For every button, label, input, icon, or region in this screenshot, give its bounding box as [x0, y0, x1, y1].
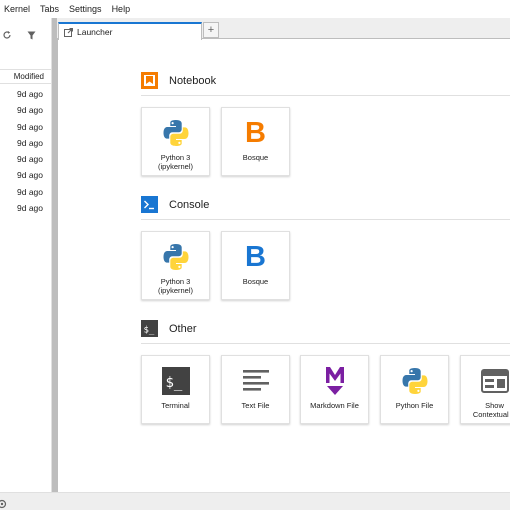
python-icon [381, 365, 448, 397]
launcher-card-console-bosque[interactable]: B Bosque [221, 231, 290, 300]
file-row-modified[interactable]: 9d ago [0, 119, 52, 135]
refresh-icon[interactable] [0, 28, 14, 42]
file-row-modified[interactable]: 9d ago [0, 135, 52, 151]
tab-launcher[interactable]: Launcher [58, 22, 202, 40]
svg-text:$_: $_ [165, 375, 182, 391]
card-label: Bosque [242, 277, 269, 286]
file-row-modified[interactable]: 9d ago [0, 184, 52, 200]
text-file-icon [222, 365, 289, 397]
menu-bar: Kernel Tabs Settings Help [0, 0, 510, 18]
launcher-card-console-python3[interactable]: Python 3 (ipykernel) [141, 231, 210, 300]
section-divider [141, 343, 510, 344]
file-row-modified[interactable]: 9d ago [0, 86, 52, 102]
section-other: $_ Other [141, 320, 197, 337]
console-icon [141, 196, 158, 213]
filter-icon[interactable] [24, 28, 38, 42]
launcher-card-python-file[interactable]: Python File [380, 355, 449, 424]
section-notebook-title: Notebook [169, 74, 217, 87]
card-label: Python 3 (ipykernel) [157, 277, 193, 295]
terminal-icon: $_ [142, 365, 209, 397]
add-tab-button[interactable]: + [203, 22, 219, 38]
menu-settings[interactable]: Settings [64, 4, 107, 14]
card-label: Show Contextual H [472, 401, 509, 419]
launcher-card-notebook-bosque[interactable]: B Bosque [221, 107, 290, 176]
launcher-icon [64, 27, 73, 37]
card-label: Bosque [242, 153, 269, 162]
launcher-card-text-file[interactable]: Text File [221, 355, 290, 424]
section-console-title: Console [169, 198, 210, 211]
section-divider [141, 219, 510, 220]
tab-bar: Launcher + [57, 18, 510, 40]
file-browser-panel: Modified 9d ago 9d ago 9d ago 9d ago 9d … [0, 18, 52, 492]
bosque-icon: B [245, 117, 266, 149]
notebook-icon [141, 72, 158, 89]
file-list: 9d ago 9d ago 9d ago 9d ago 9d ago 9d ag… [0, 86, 52, 216]
terminal-section-icon: $_ [141, 320, 158, 337]
card-label: Terminal [161, 401, 190, 410]
tab-label: Launcher [77, 27, 113, 37]
status-bar [0, 492, 510, 510]
kernel-status-icon[interactable] [0, 496, 7, 509]
section-console: Console [141, 196, 209, 213]
python-icon [142, 241, 209, 273]
section-notebook: Notebook [141, 72, 216, 89]
file-row-modified[interactable]: 9d ago [0, 200, 52, 216]
markdown-icon [301, 365, 368, 397]
menu-tabs[interactable]: Tabs [35, 4, 64, 14]
card-label: Markdown File [310, 401, 359, 410]
contextual-help-icon [461, 365, 510, 397]
launcher-card-notebook-python3[interactable]: Python 3 (ipykernel) [141, 107, 210, 176]
file-browser-toolbar [0, 24, 52, 44]
python-icon [142, 117, 209, 149]
modified-column-header[interactable]: Modified [0, 69, 52, 84]
bosque-icon: B [245, 241, 266, 273]
section-divider [141, 95, 510, 96]
svg-text:$_: $_ [144, 326, 155, 336]
launcher-card-contextual-help[interactable]: Show Contextual H [460, 355, 510, 424]
launcher-panel: Notebook Python 3 (ipykernel) B Bosque C… [58, 40, 510, 490]
file-row-modified[interactable]: 9d ago [0, 167, 52, 183]
jupyterlab-window: Kernel Tabs Settings Help Modified 9d ag… [0, 0, 510, 510]
menu-kernel[interactable]: Kernel [0, 4, 35, 14]
file-row-modified[interactable]: 9d ago [0, 151, 52, 167]
section-other-title: Other [169, 322, 197, 335]
card-label: Python 3 (ipykernel) [157, 153, 193, 171]
card-label: Python File [395, 401, 434, 410]
menu-help[interactable]: Help [107, 4, 136, 14]
launcher-card-terminal[interactable]: $_ Terminal [141, 355, 210, 424]
card-label: Text File [241, 401, 270, 410]
launcher-card-markdown-file[interactable]: Markdown File [300, 355, 369, 424]
file-row-modified[interactable]: 9d ago [0, 102, 52, 118]
